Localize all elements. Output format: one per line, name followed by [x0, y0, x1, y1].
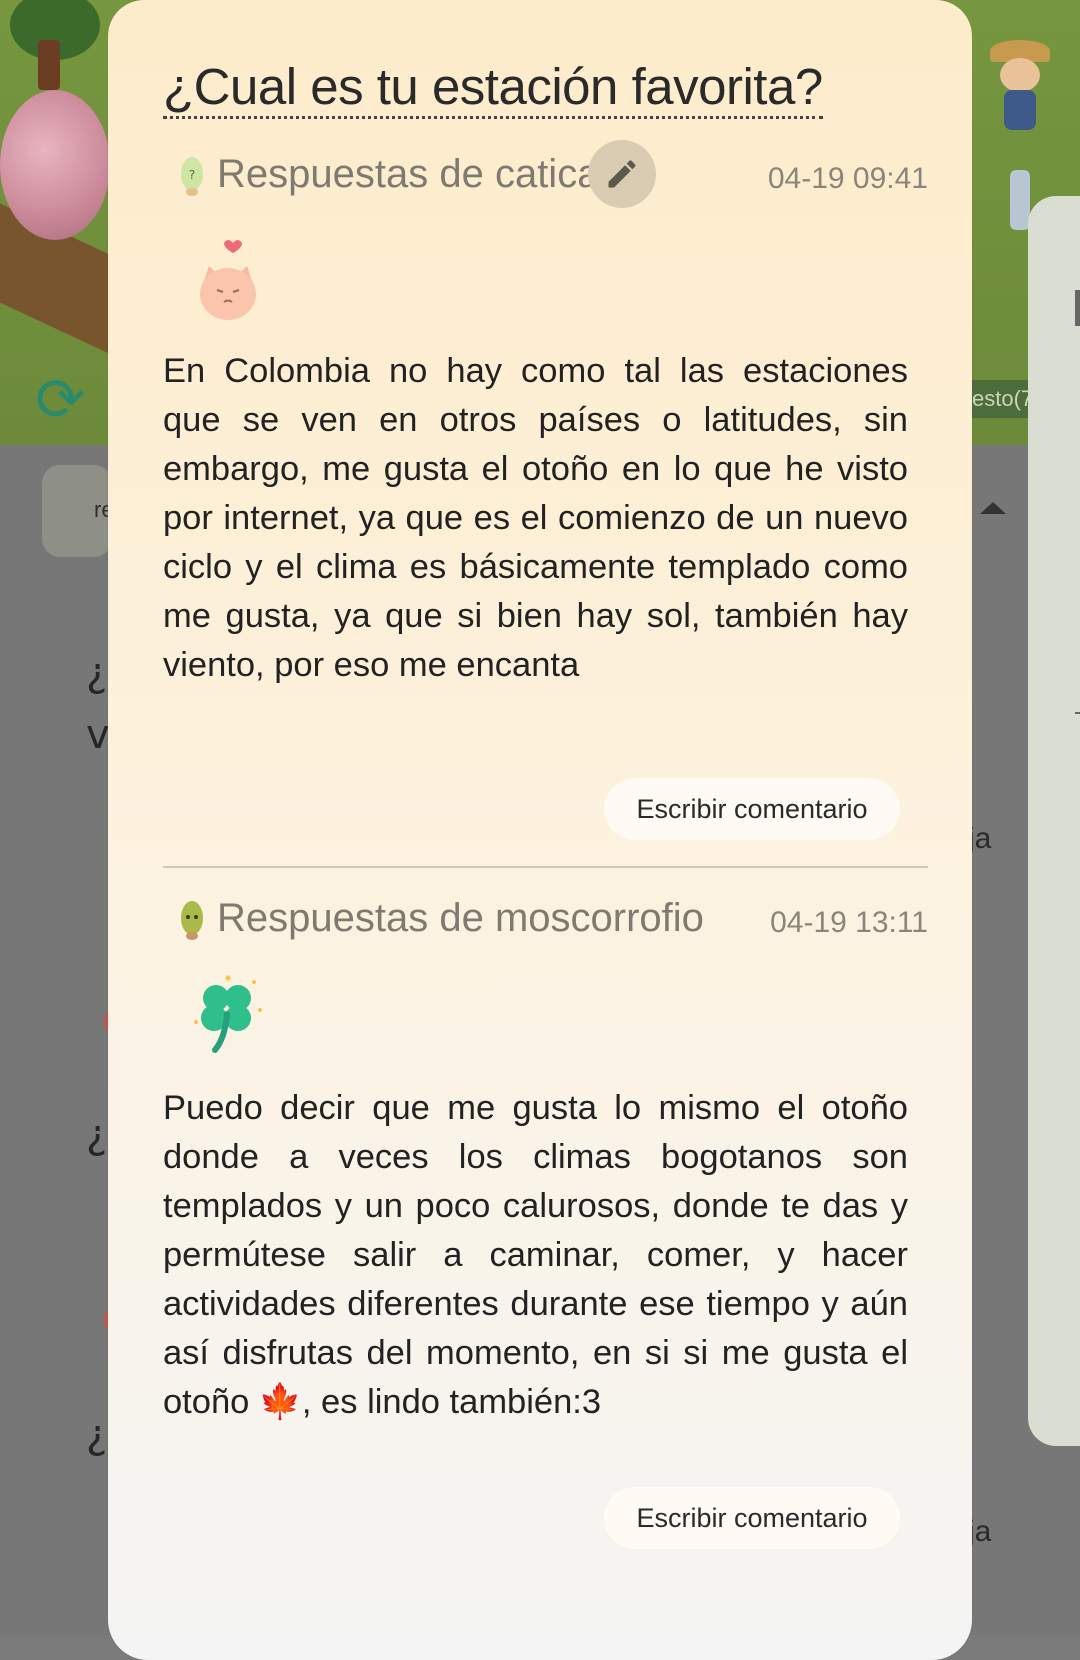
question-title[interactable]: ¿Cual es tu estación favorita?	[163, 58, 823, 119]
palm-trunk	[38, 40, 60, 90]
side-sheet-edge[interactable]	[1028, 196, 1080, 1446]
sprout-avatar-icon: ?	[181, 157, 203, 196]
answer-body: Puedo decir que me gusta lo mismo el oto…	[163, 1089, 908, 1421]
cherry-blossom-tree	[0, 90, 110, 240]
edit-button[interactable]	[588, 140, 656, 208]
filter-pill[interactable]: re	[42, 465, 114, 557]
collapse-caret-icon[interactable]	[980, 502, 1006, 514]
answer-divider	[163, 866, 928, 868]
side-sheet-mark	[1075, 712, 1080, 714]
answers-modal: ¿Cual es tu estación favorita? ? Respues…	[108, 0, 972, 1660]
farmer-character	[990, 40, 1050, 130]
write-comment-button[interactable]: Escribir comentario	[604, 1487, 900, 1549]
answer-body: En Colombia no hay como tal las estacion…	[163, 352, 908, 684]
cat-sticker	[193, 234, 263, 331]
list-item-initial: v	[86, 712, 110, 758]
corn-avatar-icon	[181, 901, 203, 940]
write-comment-button[interactable]: Escribir comentario	[604, 778, 900, 840]
user-avatar[interactable]	[177, 898, 207, 942]
user-avatar[interactable]: ?	[177, 154, 207, 198]
refresh-icon[interactable]: ⟳	[35, 365, 85, 435]
pencil-icon	[608, 160, 636, 188]
answer-timestamp: 04-19 13:11	[770, 906, 928, 939]
answer-timestamp: 04-19 09:41	[767, 162, 928, 195]
clover-sticker	[190, 974, 264, 1063]
answer-header: Respuestas de moscorrofio 04-19 13:11	[163, 884, 928, 954]
bottle-item	[1010, 170, 1030, 230]
svg-text:?: ?	[189, 168, 195, 182]
answer-author: Respuestas de moscorrofio	[217, 896, 704, 940]
side-sheet-mark	[1075, 290, 1080, 326]
answer-author: Respuestas de catica	[217, 152, 600, 196]
answer-header: ? Respuestas de catica 04-19 09:41	[163, 140, 928, 210]
